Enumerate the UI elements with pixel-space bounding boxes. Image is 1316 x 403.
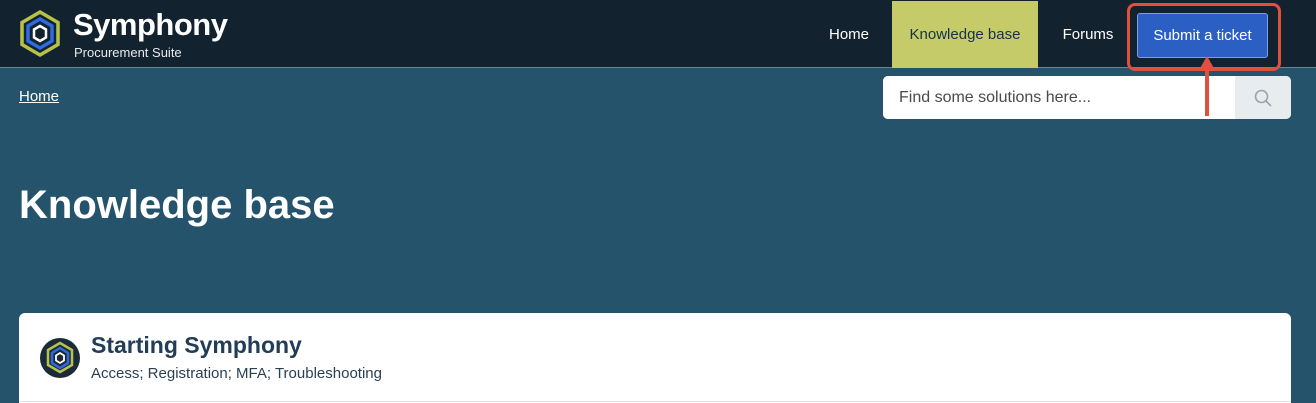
category-title[interactable]: Starting Symphony: [91, 331, 302, 359]
hexagon-logo-icon[interactable]: [18, 9, 62, 59]
annotation-arrow-head: [1199, 56, 1215, 70]
search-button[interactable]: [1235, 76, 1291, 119]
nav-forums-link[interactable]: Forums: [1048, 0, 1128, 68]
card-divider: [19, 401, 1291, 402]
nav-knowledge-base-link[interactable]: Knowledge base: [892, 1, 1038, 68]
search-bar: [883, 76, 1291, 119]
annotation-arrow: [1205, 62, 1209, 116]
brand-name[interactable]: Symphony: [73, 8, 228, 42]
search-icon: [1254, 89, 1272, 107]
submit-ticket-button[interactable]: Submit a ticket: [1137, 13, 1268, 58]
category-description: Access; Registration; MFA; Troubleshooti…: [91, 365, 382, 382]
brand-subtitle: Procurement Suite: [74, 45, 182, 60]
hexagon-logo-icon: [40, 338, 80, 378]
category-card[interactable]: Starting Symphony Access; Registration; …: [19, 313, 1291, 403]
page-title: Knowledge base: [19, 183, 335, 227]
nav-home-link[interactable]: Home: [814, 0, 884, 68]
top-navigation-bar: Symphony Procurement Suite Home Knowledg…: [0, 0, 1316, 68]
breadcrumb-home-link[interactable]: Home: [19, 88, 59, 105]
search-input[interactable]: [883, 76, 1235, 119]
